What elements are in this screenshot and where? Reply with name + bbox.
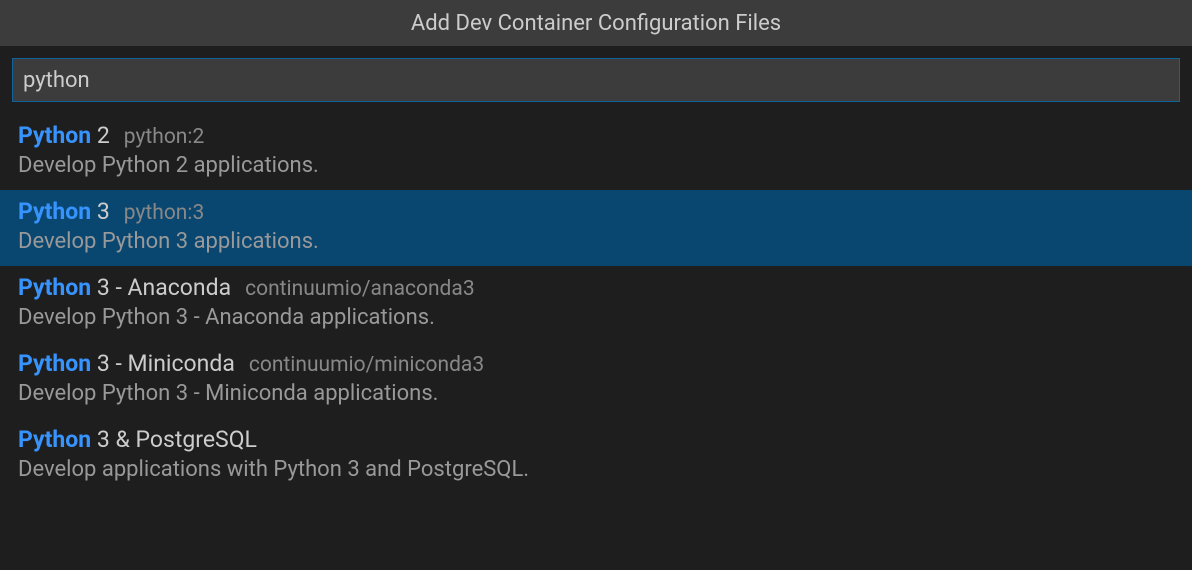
result-title-row: Python 2 python:2: [18, 122, 1174, 149]
result-rest: 2: [91, 122, 110, 149]
result-rest: 3 - Miniconda: [91, 350, 235, 377]
result-item-python-2[interactable]: Python 2 python:2 Develop Python 2 appli…: [0, 114, 1192, 190]
result-label: Python 3: [18, 198, 110, 225]
result-title-row: Python 3 & PostgreSQL: [18, 426, 1174, 453]
result-title-row: Python 3 - Anaconda continuumio/anaconda…: [18, 274, 1174, 301]
result-item-python-3-anaconda[interactable]: Python 3 - Anaconda continuumio/anaconda…: [0, 266, 1192, 342]
result-description: Develop Python 3 - Miniconda application…: [18, 381, 1174, 406]
result-tag: python:2: [124, 125, 205, 149]
result-title-row: Python 3 python:3: [18, 198, 1174, 225]
result-highlight: Python: [18, 426, 91, 453]
dialog-header: Add Dev Container Configuration Files: [0, 0, 1192, 46]
search-input[interactable]: [12, 58, 1180, 102]
result-item-python-3-miniconda[interactable]: Python 3 - Miniconda continuumio/minicon…: [0, 342, 1192, 418]
result-description: Develop applications with Python 3 and P…: [18, 457, 1174, 482]
result-rest: 3: [91, 198, 110, 225]
result-highlight: Python: [18, 122, 91, 149]
result-label: Python 2: [18, 122, 110, 149]
result-label: Python 3 - Anaconda: [18, 274, 231, 301]
result-label: Python 3 - Miniconda: [18, 350, 235, 377]
result-description: Develop Python 3 - Anaconda applications…: [18, 305, 1174, 330]
result-title-row: Python 3 - Miniconda continuumio/minicon…: [18, 350, 1174, 377]
result-description: Develop Python 3 applications.: [18, 229, 1174, 254]
results-list: Python 2 python:2 Develop Python 2 appli…: [0, 114, 1192, 494]
result-highlight: Python: [18, 350, 91, 377]
result-description: Develop Python 2 applications.: [18, 153, 1174, 178]
search-wrapper: [0, 46, 1192, 114]
result-highlight: Python: [18, 274, 91, 301]
result-item-python-3[interactable]: Python 3 python:3 Develop Python 3 appli…: [0, 190, 1192, 266]
result-tag: continuumio/miniconda3: [249, 353, 484, 377]
result-rest: 3 - Anaconda: [91, 274, 231, 301]
result-highlight: Python: [18, 198, 91, 225]
result-rest: 3 & PostgreSQL: [91, 426, 257, 453]
result-tag: continuumio/anaconda3: [245, 277, 475, 301]
result-tag: python:3: [124, 201, 205, 225]
result-item-python-3-postgresql[interactable]: Python 3 & PostgreSQL Develop applicatio…: [0, 418, 1192, 494]
dialog-title: Add Dev Container Configuration Files: [411, 11, 781, 36]
result-label: Python 3 & PostgreSQL: [18, 426, 257, 453]
